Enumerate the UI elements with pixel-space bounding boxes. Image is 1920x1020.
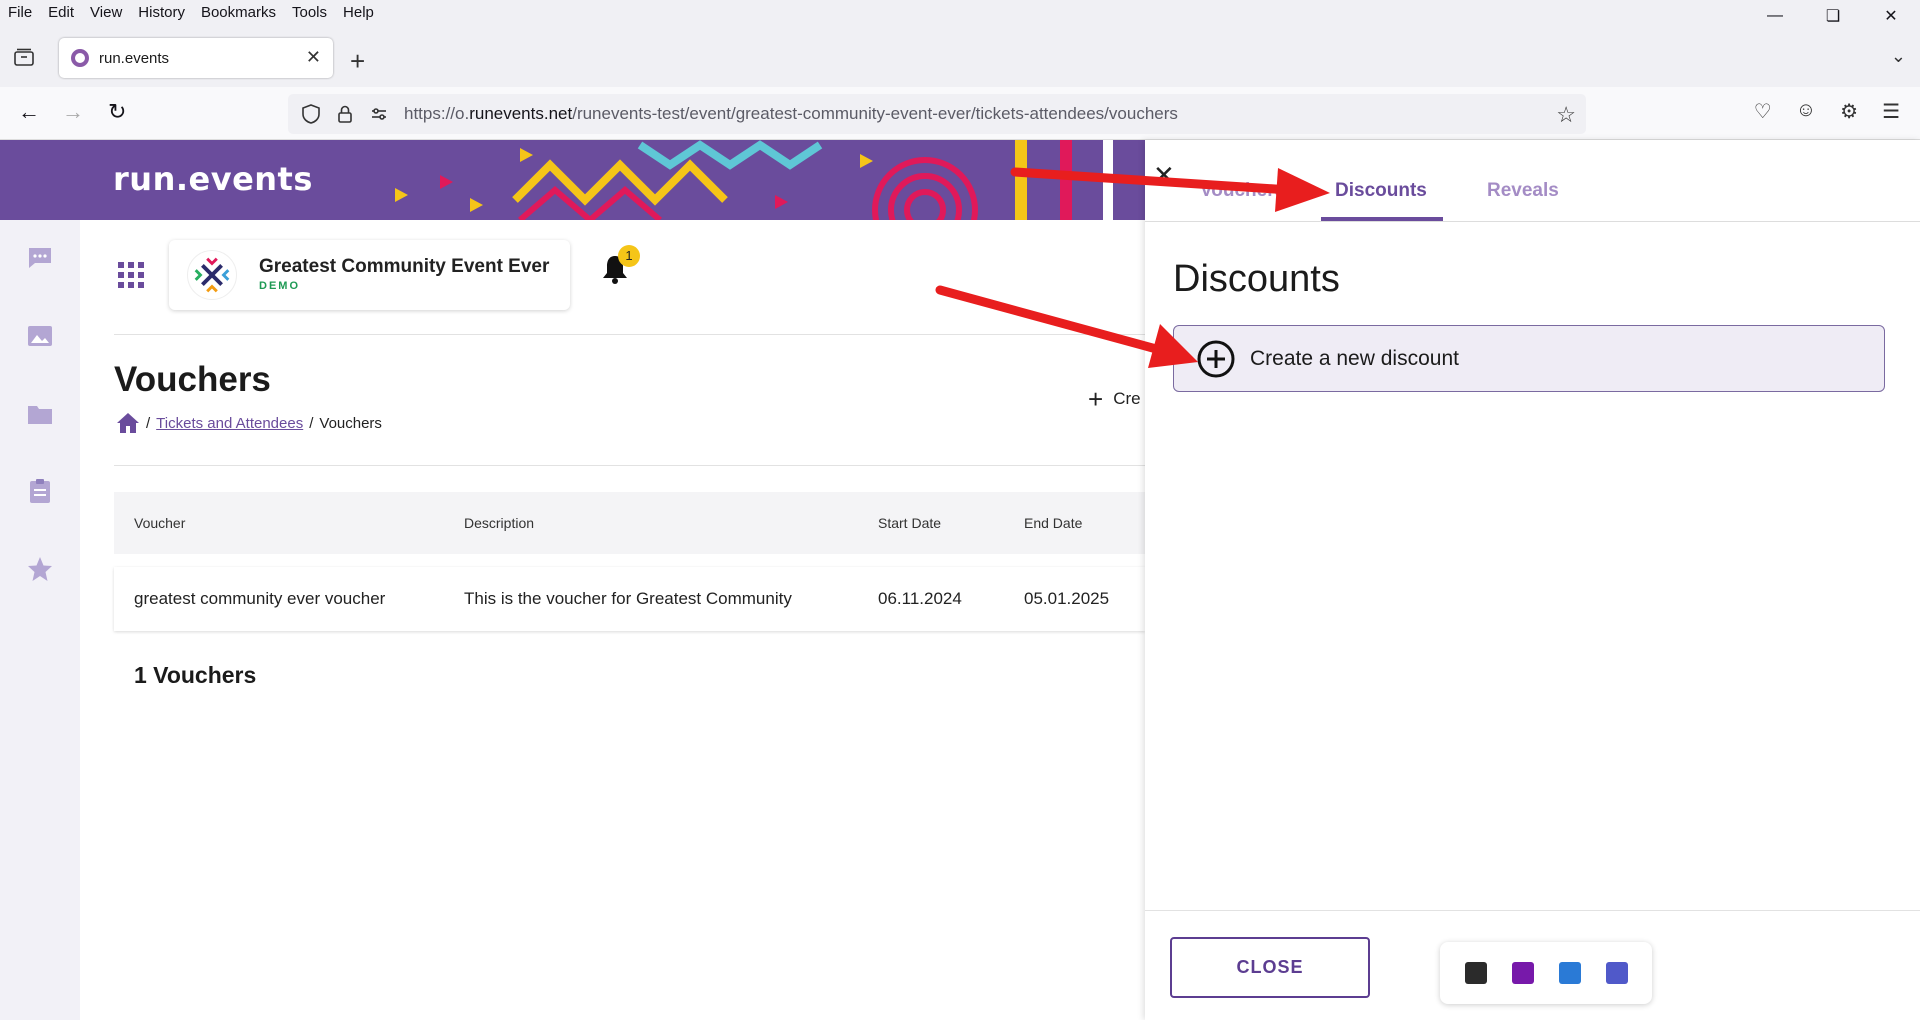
- create-discount-label: Create a new discount: [1250, 346, 1459, 370]
- breadcrumb-link-tickets[interactable]: Tickets and Attendees: [156, 415, 303, 432]
- menu-tools[interactable]: Tools: [284, 4, 335, 21]
- event-name: Greatest Community Event Ever: [259, 256, 550, 277]
- hamburger-menu-icon[interactable]: ☰: [1882, 99, 1900, 124]
- create-discount-button[interactable]: Create a new discount: [1173, 325, 1885, 392]
- image-icon[interactable]: [26, 322, 54, 350]
- event-selector[interactable]: Greatest Community Event Ever DEMO: [169, 240, 570, 310]
- event-logo-icon: [187, 250, 237, 300]
- column-header-voucher[interactable]: Voucher: [134, 492, 185, 554]
- chevron-down-icon[interactable]: ⌄: [1891, 46, 1906, 67]
- table-header: Voucher Description Start Date End Date: [114, 492, 1145, 554]
- side-panel: ✕ Vouchers Discounts Reveals Discounts C…: [1145, 140, 1920, 1020]
- back-icon[interactable]: ←: [18, 99, 40, 125]
- menu-file[interactable]: File: [0, 4, 40, 21]
- event-demo-tag: DEMO: [259, 280, 300, 292]
- plus-circle-icon: [1197, 340, 1235, 377]
- app-logo[interactable]: run.events: [113, 160, 313, 198]
- apps-grid-icon[interactable]: [118, 262, 144, 288]
- folder-icon[interactable]: [26, 400, 54, 428]
- column-header-description[interactable]: Description: [464, 492, 534, 554]
- toolbar-right: ♡ ☺ ⚙ ☰: [1754, 99, 1920, 124]
- footer-divider: [1145, 910, 1920, 911]
- cell-end-date: 05.01.2025: [1024, 589, 1110, 608]
- menu-bar: File Edit View History Bookmarks Tools H…: [0, 0, 1920, 24]
- panel-title: Discounts: [1173, 258, 1340, 300]
- url-domain: runevents.net: [469, 104, 573, 123]
- tab-close-icon[interactable]: ✕: [306, 47, 321, 68]
- create-voucher-label: Cre: [1113, 389, 1141, 408]
- tab-discounts[interactable]: Discounts: [1335, 180, 1427, 202]
- menu-edit[interactable]: Edit: [40, 4, 82, 21]
- column-header-start-date[interactable]: Start Date: [878, 492, 941, 554]
- url-prefix: https://o.: [404, 104, 470, 123]
- pocket-icon[interactable]: ♡: [1754, 99, 1772, 124]
- tab-vouchers[interactable]: Vouchers: [1200, 180, 1285, 202]
- url-bar[interactable]: https://o.runevents.net/runevents-test/e…: [288, 94, 1586, 134]
- tab-bar: run.events ✕ + ⌄: [0, 24, 1920, 87]
- divider: [114, 465, 1145, 466]
- url-text: https://o.runevents.net/runevents-test/e…: [404, 104, 1178, 124]
- forward-icon[interactable]: →: [62, 99, 84, 125]
- table-row[interactable]: greatest community ever voucher This is …: [114, 567, 1145, 631]
- teams-icon[interactable]: [1605, 962, 1628, 984]
- extensions-icon[interactable]: ⚙: [1840, 99, 1858, 124]
- reload-icon[interactable]: ↻: [108, 99, 126, 125]
- account-icon[interactable]: ☺: [1796, 99, 1816, 124]
- notification-badge: 1: [618, 245, 640, 267]
- cell-start-date: 06.11.2024: [878, 589, 962, 608]
- onenote-icon[interactable]: [1511, 962, 1534, 984]
- cell-description: This is the voucher for Greatest Communi…: [464, 589, 792, 608]
- breadcrumb-separator: /: [309, 414, 314, 432]
- page-title: Vouchers: [114, 360, 271, 399]
- breadcrumb: / Tickets and Attendees / Vouchers: [116, 412, 382, 434]
- clipboard-icon[interactable]: [26, 477, 54, 505]
- bookmark-star-icon[interactable]: ☆: [1556, 102, 1576, 128]
- plus-icon: +: [1088, 384, 1104, 414]
- breadcrumb-current: Vouchers: [319, 414, 382, 432]
- left-rail: [0, 220, 80, 1020]
- chat-icon[interactable]: [26, 244, 54, 272]
- tab-reveals[interactable]: Reveals: [1487, 180, 1559, 202]
- home-icon[interactable]: [116, 412, 140, 434]
- create-voucher-button[interactable]: + Cre: [1088, 386, 1141, 412]
- lock-icon[interactable]: [334, 103, 356, 125]
- close-icon[interactable]: ✕: [1153, 160, 1175, 191]
- menu-history[interactable]: History: [130, 4, 193, 21]
- divider: [114, 334, 1145, 335]
- panel-tabs: ✕ Vouchers Discounts Reveals: [1145, 140, 1920, 222]
- column-header-end-date[interactable]: End Date: [1024, 492, 1082, 554]
- menu-bookmarks[interactable]: Bookmarks: [193, 4, 284, 21]
- tray-popup: [1440, 942, 1652, 1004]
- cell-voucher: greatest community ever voucher: [134, 589, 386, 608]
- menu-help[interactable]: Help: [335, 4, 382, 21]
- voucher-count: 1 Vouchers: [134, 662, 257, 688]
- nav-bar: ← → ↻ https://o.runevents.net/runevents-…: [0, 87, 1920, 140]
- breadcrumb-separator: /: [146, 414, 151, 432]
- close-button[interactable]: CLOSE: [1170, 937, 1370, 998]
- url-path: /runevents-test/event/greatest-community…: [572, 104, 1178, 123]
- tab-title: run.events: [99, 49, 170, 67]
- permissions-icon[interactable]: [368, 103, 390, 125]
- menu-view[interactable]: View: [82, 4, 130, 21]
- shield-icon[interactable]: [300, 103, 322, 125]
- new-tab-icon[interactable]: +: [350, 46, 365, 77]
- star-icon[interactable]: [26, 555, 54, 583]
- event-banner: run.events: [0, 140, 1145, 220]
- tab-favicon-icon: [71, 49, 89, 67]
- browser-tab[interactable]: run.events ✕: [59, 38, 333, 78]
- list-all-tabs-icon[interactable]: [14, 48, 34, 66]
- active-tab-indicator: [1321, 217, 1443, 221]
- app-tray-icon[interactable]: [1464, 962, 1487, 984]
- defender-icon[interactable]: [1558, 962, 1581, 984]
